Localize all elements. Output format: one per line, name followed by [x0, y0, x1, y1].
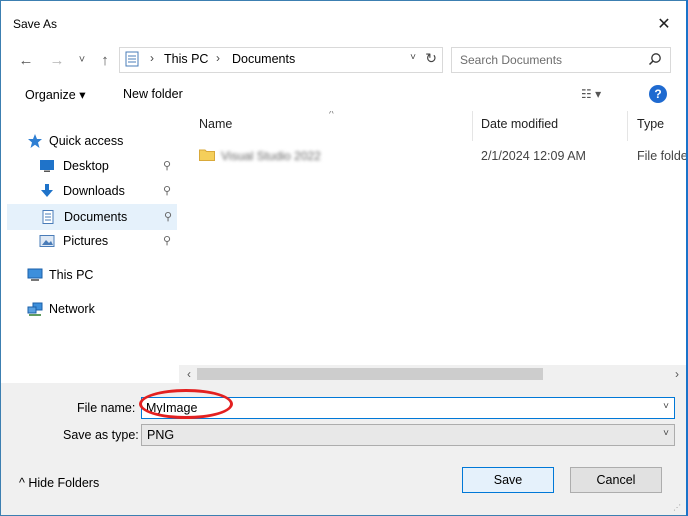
hide-folders-toggle[interactable]: ^ Hide Folders: [19, 476, 99, 490]
documents-icon: [42, 210, 54, 224]
search-icon[interactable]: [648, 52, 662, 66]
help-icon[interactable]: ?: [649, 85, 667, 103]
column-label: Date modified: [481, 117, 559, 131]
sidebar-item-desktop[interactable]: Desktop ⚲: [7, 154, 175, 178]
column-label: Name: [199, 117, 233, 131]
search-placeholder: Search Documents: [460, 53, 563, 67]
sidebar-item-label: This PC: [49, 268, 94, 282]
scroll-left-icon[interactable]: ‹: [187, 367, 191, 381]
view-options-icon[interactable]: ☷ ▾: [581, 87, 601, 101]
save-button[interactable]: Save: [462, 467, 554, 493]
file-list: ^ Name Date modified Type Visual Studio …: [179, 111, 687, 383]
file-row[interactable]: Visual Studio 2022 2/1/2024 12:09 AM Fil…: [193, 145, 687, 167]
resize-grip-icon[interactable]: ⋰: [673, 503, 681, 512]
sidebar-item-label: Pictures: [63, 234, 109, 248]
forward-icon[interactable]: →: [47, 50, 67, 70]
command-bar: Organize ▾ New folder ☷ ▾ ?: [1, 81, 687, 109]
address-dropdown-icon[interactable]: ˅: [410, 52, 416, 63]
column-header-type[interactable]: Type: [628, 111, 687, 139]
column-header-date[interactable]: Date modified: [473, 111, 625, 139]
column-header-name[interactable]: ^ Name: [179, 111, 471, 139]
sidebar-item-label: Quick access: [49, 134, 124, 148]
sidebar-item-label: Network: [49, 302, 95, 316]
folder-icon: [199, 149, 215, 161]
up-icon[interactable]: ↑: [95, 50, 115, 70]
annotation-highlight-oval: [139, 389, 233, 419]
savetype-label: Save as type:: [63, 428, 139, 442]
documents-location-icon: [125, 51, 139, 67]
sidebar-item-label: Desktop: [63, 159, 109, 173]
network-icon: [27, 302, 43, 316]
save-as-dialog: Save As ✕ ← → ˅ ↑ › This PC › Documents …: [0, 0, 688, 516]
sidebar-item-label: Documents: [64, 210, 128, 224]
back-icon[interactable]: ←: [15, 50, 37, 70]
pin-icon[interactable]: ⚲: [163, 159, 171, 172]
filename-label: File name:: [77, 401, 136, 415]
file-name: Visual Studio 2022: [221, 149, 321, 163]
sidebar-item-documents[interactable]: Documents ⚲: [7, 204, 177, 230]
cancel-button[interactable]: Cancel: [570, 467, 662, 493]
pin-icon[interactable]: ⚲: [163, 184, 171, 197]
star-icon: [28, 134, 42, 148]
organize-menu[interactable]: Organize ▾: [25, 87, 85, 102]
savetype-value: PNG: [147, 428, 175, 442]
search-box[interactable]: Search Documents: [451, 47, 671, 73]
sidebar-item-this-pc[interactable]: This PC: [23, 263, 175, 287]
savetype-select[interactable]: PNG ˅: [141, 424, 675, 446]
breadcrumb-documents[interactable]: Documents: [232, 52, 295, 66]
title-bar: Save As ✕: [1, 1, 687, 47]
pictures-icon: [39, 235, 55, 247]
breadcrumb-separator: ›: [150, 51, 154, 65]
refresh-icon[interactable]: ↻: [425, 50, 437, 67]
download-icon: [41, 184, 53, 197]
pin-icon[interactable]: ⚲: [164, 210, 172, 223]
savetype-dropdown-icon[interactable]: ˅: [663, 428, 669, 439]
navigation-bar: ← → ˅ ↑ › This PC › Documents ˅ ↻ Search…: [1, 47, 687, 73]
sort-ascending-icon: ^: [329, 111, 334, 120]
column-label: Type: [637, 117, 665, 131]
file-date: 2/1/2024 12:09 AM: [481, 149, 586, 163]
sidebar-item-network[interactable]: Network: [23, 297, 175, 321]
filename-dropdown-icon[interactable]: ˅: [663, 401, 669, 412]
sidebar-item-pictures[interactable]: Pictures ⚲: [7, 229, 175, 253]
breadcrumb-separator: ›: [216, 51, 220, 65]
close-icon[interactable]: ✕: [651, 11, 677, 37]
window-title: Save As: [13, 17, 58, 31]
scrollbar-thumb[interactable]: [197, 368, 543, 380]
computer-icon: [27, 268, 43, 281]
horizontal-scrollbar[interactable]: ‹ ›: [179, 365, 687, 383]
address-bar[interactable]: › This PC › Documents ˅ ↻: [119, 47, 443, 73]
new-folder-button[interactable]: New folder: [123, 87, 183, 101]
sidebar-item-label: Downloads: [63, 184, 125, 198]
breadcrumb-this-pc[interactable]: This PC: [164, 52, 208, 66]
save-options-pane: File name: ˅ Save as type: PNG ˅: [1, 383, 687, 515]
file-type: File folder: [637, 149, 687, 163]
sidebar-item-downloads[interactable]: Downloads ⚲: [7, 179, 175, 203]
sidebar-item-quick-access[interactable]: Quick access: [23, 129, 175, 153]
scroll-right-icon[interactable]: ›: [675, 367, 679, 381]
recent-locations-icon[interactable]: ˅: [75, 50, 89, 70]
pin-icon[interactable]: ⚲: [163, 234, 171, 247]
desktop-icon: [40, 160, 54, 172]
navigation-pane: Quick access Desktop ⚲ Downloads ⚲ Docum…: [1, 111, 179, 383]
